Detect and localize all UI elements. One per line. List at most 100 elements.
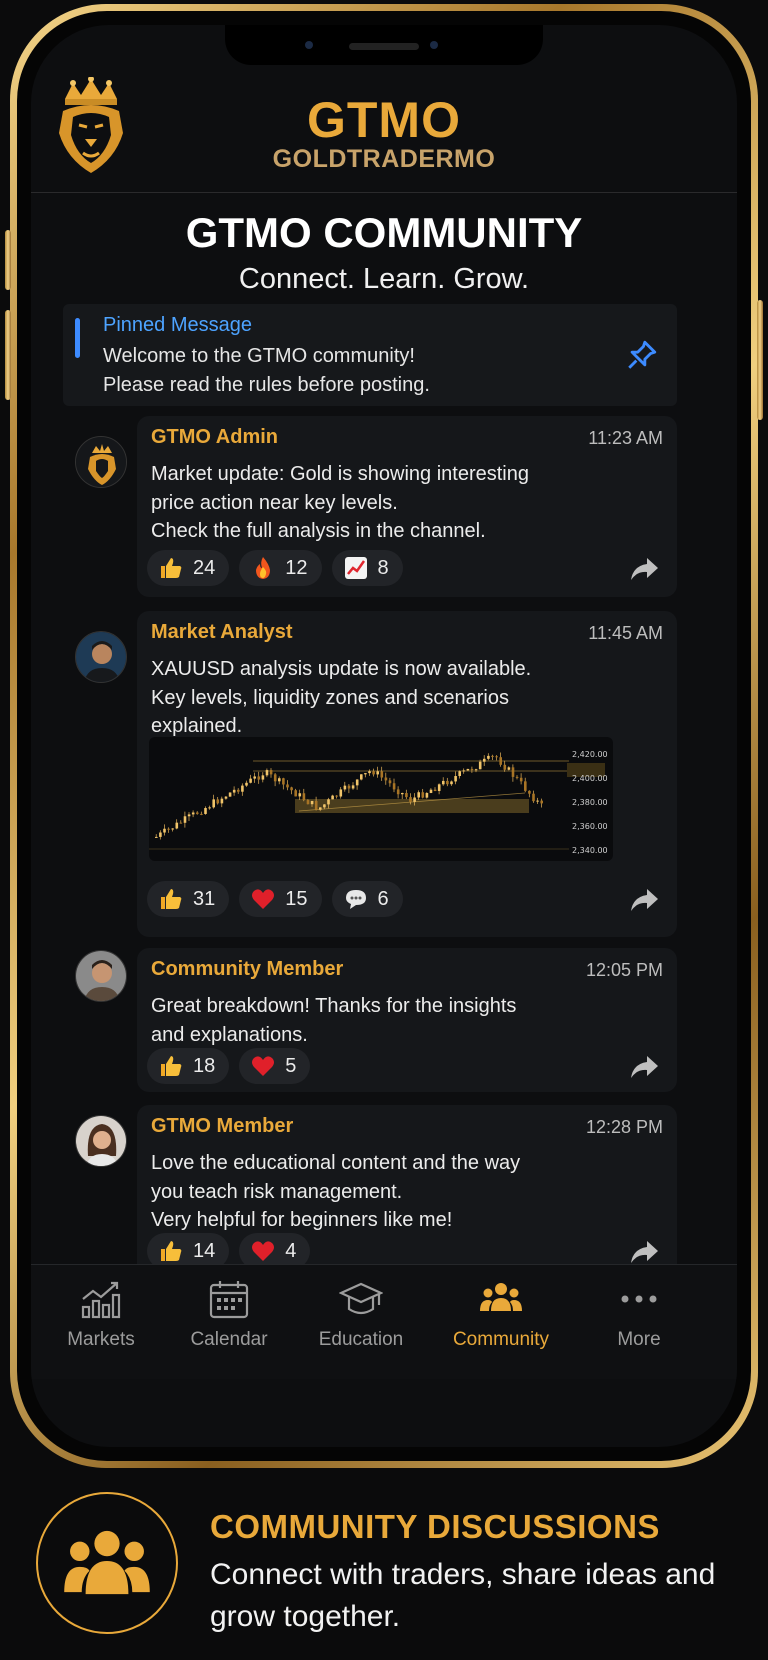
post-card: GTMO Admin 11:23 AM Market update: Gold … — [137, 416, 677, 597]
tab-markets[interactable]: Markets — [41, 1277, 161, 1351]
post-author[interactable]: GTMO Admin — [151, 426, 278, 449]
candle — [228, 792, 232, 797]
post-author[interactable]: Community Member — [151, 958, 343, 981]
reaction-fire[interactable]: 12 — [239, 550, 322, 586]
post-author[interactable]: GTMO Member — [151, 1115, 293, 1138]
calendar-icon — [209, 1281, 249, 1319]
candle — [495, 756, 498, 758]
price-label: 2,340.00 — [572, 846, 608, 855]
candle — [507, 767, 511, 770]
candle — [167, 828, 170, 830]
avatar[interactable] — [75, 1115, 127, 1167]
volume-button — [5, 230, 11, 290]
post-time: 12:05 PM — [585, 960, 663, 980]
sensor-icon — [305, 41, 313, 49]
candle — [413, 797, 416, 802]
share-icon[interactable] — [629, 1054, 659, 1080]
chart-preview-image[interactable]: 2,420.00 2,400.00 2,380.00 2,360.00 2,34… — [149, 737, 613, 861]
promo-title: COMMUNITY DISCUSSIONS — [210, 1508, 660, 1545]
thumbs-up-icon — [161, 889, 182, 909]
candle — [450, 781, 453, 785]
candle — [343, 785, 347, 790]
people-icon — [64, 1530, 150, 1595]
page-tagline: Connect. Learn. Grow. — [238, 263, 530, 295]
tab-label: More — [617, 1329, 661, 1350]
reaction-count: 6 — [377, 887, 389, 910]
candle — [331, 795, 334, 800]
candle — [388, 780, 392, 784]
candle — [319, 807, 322, 810]
brand-title: GTMO — [307, 92, 461, 148]
candle — [540, 800, 543, 804]
tab-community[interactable]: Community — [441, 1277, 561, 1351]
reaction-row: 24 12 8 — [147, 550, 403, 586]
reaction-thumbs-up[interactable]: 18 — [147, 1048, 230, 1084]
reaction-count: 5 — [285, 1054, 297, 1077]
reaction-count: 24 — [193, 556, 216, 579]
reaction-count: 15 — [285, 887, 308, 910]
candle — [470, 768, 474, 771]
post-text: Great breakdown! Thanks for the insights… — [151, 995, 517, 1046]
candle — [364, 773, 367, 775]
candle — [499, 757, 502, 765]
avatar[interactable] — [75, 436, 127, 488]
candle — [442, 780, 445, 785]
candle — [462, 770, 466, 772]
candle — [273, 774, 277, 782]
pinned-message[interactable]: Pinned Message Welcome to the GTMO commu… — [63, 304, 677, 406]
brand-subtitle: GOLDTRADERMO — [272, 145, 496, 173]
candle — [257, 776, 261, 780]
lion-avatar-icon — [76, 437, 126, 487]
post-time: 11:23 AM — [588, 428, 663, 448]
candle — [503, 764, 507, 770]
reaction-thumbs-up[interactable]: 24 — [147, 550, 230, 586]
candle — [208, 807, 211, 809]
candle — [171, 828, 174, 830]
reaction-heart[interactable]: 15 — [239, 881, 322, 917]
price-label: 2,380.00 — [572, 798, 608, 807]
candle — [372, 771, 375, 775]
notch — [225, 25, 543, 65]
avatar[interactable] — [75, 631, 127, 683]
pin-icon[interactable] — [625, 338, 659, 372]
candle — [515, 776, 519, 778]
avatar[interactable] — [75, 950, 127, 1002]
tab-calendar[interactable]: Calendar — [169, 1277, 289, 1351]
reaction-count: 14 — [193, 1239, 216, 1262]
volume-button — [5, 310, 11, 400]
share-icon[interactable] — [629, 1239, 659, 1265]
candle — [335, 795, 338, 797]
tab-label: Calendar — [190, 1329, 268, 1350]
bottom-tab-bar: Markets Calendar Education Community Mor… — [31, 1264, 737, 1379]
person-avatar-icon — [76, 951, 126, 1001]
reaction-chart[interactable]: 8 — [331, 550, 403, 586]
share-icon[interactable] — [629, 887, 659, 913]
candle — [327, 799, 330, 805]
candlestick-chart: 2,420.00 2,400.00 2,380.00 2,360.00 2,34… — [149, 750, 608, 855]
app-header: GTMO GOLDTRADERMO — [31, 65, 737, 193]
reaction-thumbs-up[interactable]: 31 — [147, 881, 230, 917]
candle — [339, 789, 343, 797]
candle — [159, 832, 162, 837]
post-card: GTMO Member 12:28 PM Love the educationa… — [137, 1105, 677, 1281]
reaction-heart[interactable]: 5 — [239, 1048, 311, 1084]
candle — [425, 792, 429, 798]
post-text: Love the educational content and the way… — [151, 1152, 521, 1231]
candle — [249, 778, 252, 783]
share-icon[interactable] — [629, 556, 659, 582]
candle — [491, 755, 494, 757]
reaction-comment[interactable]: 6 — [331, 881, 403, 917]
chart-increasing-icon — [344, 557, 367, 579]
heart-icon — [252, 889, 275, 909]
candle — [261, 775, 265, 780]
person-avatar-icon — [76, 1116, 126, 1166]
promo-badge — [36, 1492, 178, 1634]
candle — [323, 804, 326, 808]
post-author[interactable]: Market Analyst — [151, 621, 293, 644]
tab-more[interactable]: More — [579, 1277, 699, 1351]
more-dots-icon — [621, 1295, 657, 1303]
tab-education[interactable]: Education — [301, 1277, 421, 1351]
candle — [278, 778, 281, 782]
pinned-label: Pinned Message — [103, 314, 252, 336]
candle — [487, 755, 490, 759]
